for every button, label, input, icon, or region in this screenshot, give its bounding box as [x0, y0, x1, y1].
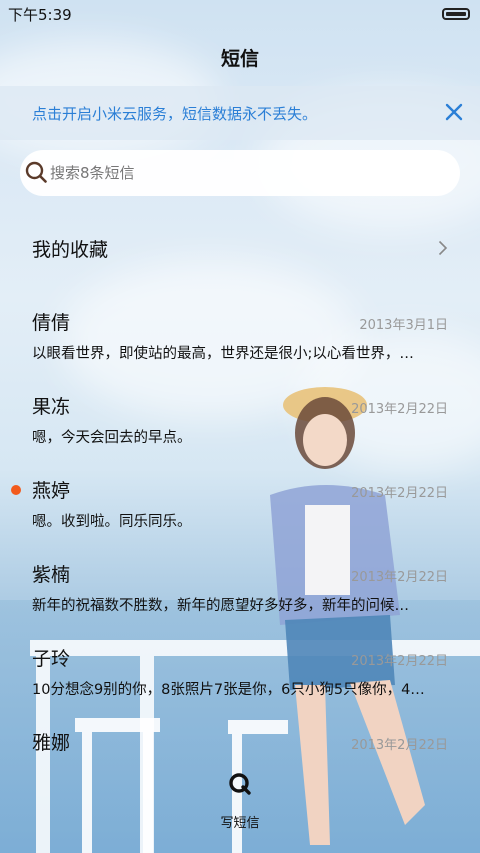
cloud-service-banner[interactable]: 点击开启小米云服务，短信数据永不丢失。	[0, 86, 480, 140]
conversation-item[interactable]: 燕婷 2013年2月22日 嗯。收到啦。同乐同乐。	[0, 476, 480, 560]
search-input[interactable]	[50, 150, 450, 196]
contact-name: 雅娜	[32, 732, 71, 754]
message-date: 2013年2月22日	[351, 570, 448, 585]
page-title: 短信	[220, 48, 259, 70]
message-preview: 嗯，今天会回去的早点。	[32, 430, 192, 446]
status-bar: 下午5:39	[0, 0, 480, 28]
message-date: 2013年2月22日	[351, 486, 448, 501]
message-date: 2013年3月1日	[359, 318, 448, 333]
contact-name: 燕婷	[32, 480, 71, 502]
conversation-item[interactable]: 倩倩 2013年3月1日 以眼看世界，即使站的最高，世界还是很小;以心看世界，…	[0, 308, 480, 392]
conversation-item[interactable]: 子玲 2013年2月22日 10分想念9别的你，8张照片7张是你，6只小狗5只像…	[0, 644, 480, 728]
favorites-row[interactable]: 我的收藏	[0, 220, 480, 276]
message-preview: 嗯。收到啦。同乐同乐。	[32, 514, 192, 530]
unread-indicator	[11, 485, 21, 495]
conversation-item[interactable]: 雅娜 2013年2月22日	[0, 728, 480, 772]
message-date: 2013年2月22日	[351, 402, 448, 417]
battery-icon	[442, 8, 470, 20]
compose-label: 写短信	[220, 816, 260, 831]
compose-icon	[229, 773, 251, 795]
conversation-item[interactable]: 果冻 2013年2月22日 嗯，今天会回去的早点。	[0, 392, 480, 476]
chevron-right-icon	[438, 240, 448, 256]
title-bar: 短信	[0, 28, 480, 86]
status-time: 下午5:39	[8, 6, 72, 24]
message-preview: 以眼看世界，即使站的最高，世界还是很小;以心看世界，…	[32, 346, 414, 362]
contact-name: 果冻	[32, 396, 71, 418]
conversation-item[interactable]: 紫楠 2013年2月22日 新年的祝福数不胜数，新年的愿望好多好多，新年的问候…	[0, 560, 480, 644]
search-box[interactable]	[20, 150, 460, 196]
message-preview: 新年的祝福数不胜数，新年的愿望好多好多，新年的问候…	[32, 598, 409, 614]
contact-name: 子玲	[32, 648, 71, 670]
message-date: 2013年2月22日	[351, 654, 448, 669]
contact-name: 倩倩	[32, 312, 71, 334]
message-date: 2013年2月22日	[351, 738, 448, 753]
banner-text[interactable]: 点击开启小米云服务，短信数据永不丢失。	[32, 103, 317, 124]
compose-button[interactable]: 写短信	[200, 772, 280, 836]
search-icon	[25, 161, 47, 183]
contact-name: 紫楠	[32, 564, 71, 586]
favorites-label: 我的收藏	[32, 239, 109, 261]
message-preview: 10分想念9别的你，8张照片7张是你，6只小狗5只像你，4…	[32, 682, 425, 698]
close-icon[interactable]	[442, 100, 466, 124]
